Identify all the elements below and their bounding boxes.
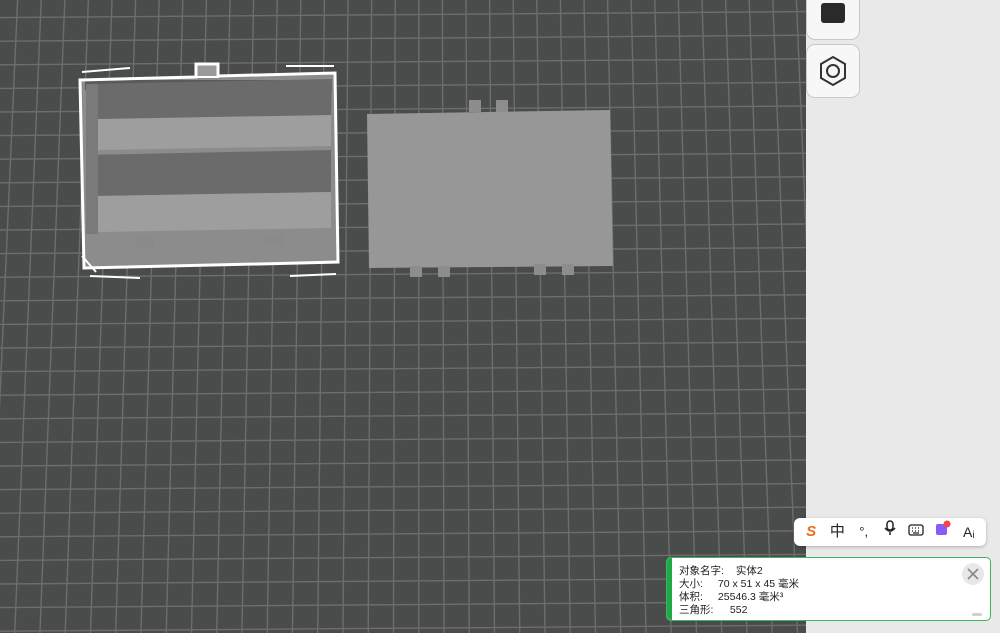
square-icon <box>821 3 845 23</box>
mic-icon[interactable] <box>879 518 901 546</box>
lid-model[interactable] <box>367 100 613 277</box>
square-tool-button[interactable] <box>806 0 860 40</box>
info-label: 三角形: <box>679 604 714 616</box>
sogou-logo-icon[interactable]: S <box>800 518 822 546</box>
close-icon[interactable] <box>962 563 984 585</box>
ai-assistant-button[interactable]: Aᵢ <box>958 518 980 546</box>
ime-toolbar: S 中 °, Aᵢ <box>794 518 986 546</box>
info-row-triangles: 三角形: 552 <box>679 602 747 617</box>
ime-mode-toggle[interactable]: 中 <box>826 518 848 546</box>
punctuation-toggle[interactable]: °, <box>853 518 875 546</box>
skin-icon[interactable] <box>932 518 954 546</box>
hex-nut-tool-button[interactable] <box>806 44 860 98</box>
hex-nut-icon <box>820 55 846 87</box>
box-model-selected[interactable] <box>78 62 340 279</box>
collapse-handle[interactable] <box>972 613 982 616</box>
keyboard-icon[interactable] <box>905 518 927 546</box>
info-value: 552 <box>729 604 748 616</box>
info-accent-bar <box>667 558 672 620</box>
object-info-panel: 对象名字: 实体2 大小: 70 x 51 x 45 毫米 体积: 25546.… <box>666 557 991 621</box>
